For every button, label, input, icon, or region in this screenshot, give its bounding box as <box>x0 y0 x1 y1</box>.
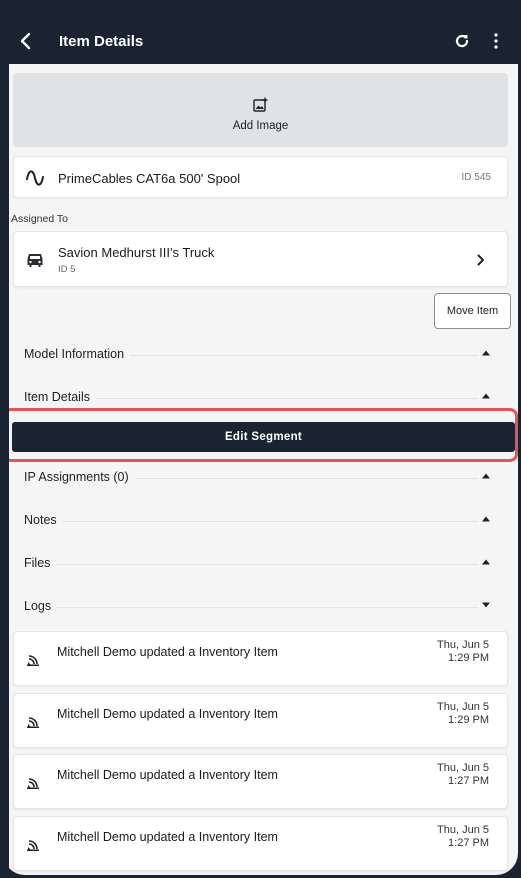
section-label: Model Information <box>24 347 131 361</box>
log-item: Mitchell Demo updated a Inventory Item T… <box>13 754 508 809</box>
log-time: 1:27 PM <box>448 837 489 849</box>
assigned-to-label: Assigned To <box>11 213 69 225</box>
more-options-icon[interactable] <box>493 33 499 49</box>
log-time: 1:27 PM <box>448 775 489 787</box>
section-label: Files <box>24 556 57 570</box>
section-divider <box>24 564 478 565</box>
caret-up-icon <box>482 516 490 522</box>
section-notes[interactable]: Notes <box>9 509 518 533</box>
log-timestamp: Thu, Jun 5 1:27 PM <box>437 824 489 850</box>
section-files[interactable]: Files <box>9 552 518 576</box>
log-timestamp: Thu, Jun 5 1:29 PM <box>437 701 489 727</box>
caret-down-icon <box>482 602 490 608</box>
caret-up-icon <box>482 473 490 479</box>
move-item-button[interactable]: Move Item <box>434 293 511 329</box>
log-item: Mitchell Demo updated a Inventory Item T… <box>13 631 508 686</box>
app-header: Item Details <box>3 3 518 63</box>
assigned-to-card[interactable]: Savion Medhurst III's Truck ID 5 <box>13 231 508 287</box>
chevron-right-icon <box>477 254 484 266</box>
log-time: 1:29 PM <box>448 652 489 664</box>
signal-icon <box>27 717 39 728</box>
log-date: Thu, Jun 5 <box>437 701 489 713</box>
log-text: Mitchell Demo updated a Inventory Item <box>57 830 278 844</box>
edit-segment-button[interactable]: Edit Segment <box>12 422 515 452</box>
add-image-label: Add Image <box>232 120 289 132</box>
section-ip-assignments[interactable]: IP Assignments (0) <box>9 466 518 490</box>
log-item: Mitchell Demo updated a Inventory Item T… <box>13 693 508 748</box>
product-card: PrimeCables CAT6a 500' Spool ID 545 <box>13 156 508 198</box>
main-content: Add Image PrimeCables CAT6a 500' Spool I… <box>9 64 518 875</box>
log-timestamp: Thu, Jun 5 1:27 PM <box>437 762 489 788</box>
log-time: 1:29 PM <box>448 714 489 726</box>
section-divider <box>24 521 478 522</box>
section-model-information[interactable]: Model Information <box>9 343 518 367</box>
section-label: Notes <box>24 513 63 527</box>
section-divider <box>24 607 478 608</box>
log-timestamp: Thu, Jun 5 1:29 PM <box>437 639 489 665</box>
log-item: Mitchell Demo updated a Inventory Item T… <box>13 816 508 871</box>
section-label: Item Details <box>24 390 96 404</box>
assigned-id: ID 5 <box>58 264 76 275</box>
caret-up-icon <box>482 350 490 356</box>
section-label: IP Assignments (0) <box>24 470 135 484</box>
section-item-details[interactable]: Item Details <box>9 386 518 410</box>
log-text: Mitchell Demo updated a Inventory Item <box>57 645 278 659</box>
back-arrow-icon[interactable] <box>18 32 34 50</box>
log-date: Thu, Jun 5 <box>437 762 489 774</box>
signal-icon <box>27 840 39 851</box>
log-date: Thu, Jun 5 <box>437 639 489 651</box>
log-date: Thu, Jun 5 <box>437 824 489 836</box>
refresh-icon[interactable] <box>454 33 470 49</box>
log-text: Mitchell Demo updated a Inventory Item <box>57 707 278 721</box>
signal-icon <box>27 655 39 666</box>
truck-icon <box>27 254 43 267</box>
cable-wave-icon <box>26 170 44 186</box>
log-text: Mitchell Demo updated a Inventory Item <box>57 768 278 782</box>
section-logs[interactable]: Logs <box>9 595 518 619</box>
section-label: Logs <box>24 599 58 613</box>
caret-up-icon <box>482 393 490 399</box>
assigned-name: Savion Medhurst III's Truck <box>58 245 215 260</box>
add-photo-icon <box>253 97 268 112</box>
page-title: Item Details <box>59 33 144 50</box>
device-frame: Item Details Add Image PrimeCables CAT6a… <box>3 3 518 875</box>
caret-up-icon <box>482 559 490 565</box>
product-id: ID 545 <box>461 172 491 183</box>
add-image-button[interactable]: Add Image <box>13 73 508 147</box>
signal-icon <box>27 778 39 789</box>
product-name: PrimeCables CAT6a 500' Spool <box>58 171 241 186</box>
